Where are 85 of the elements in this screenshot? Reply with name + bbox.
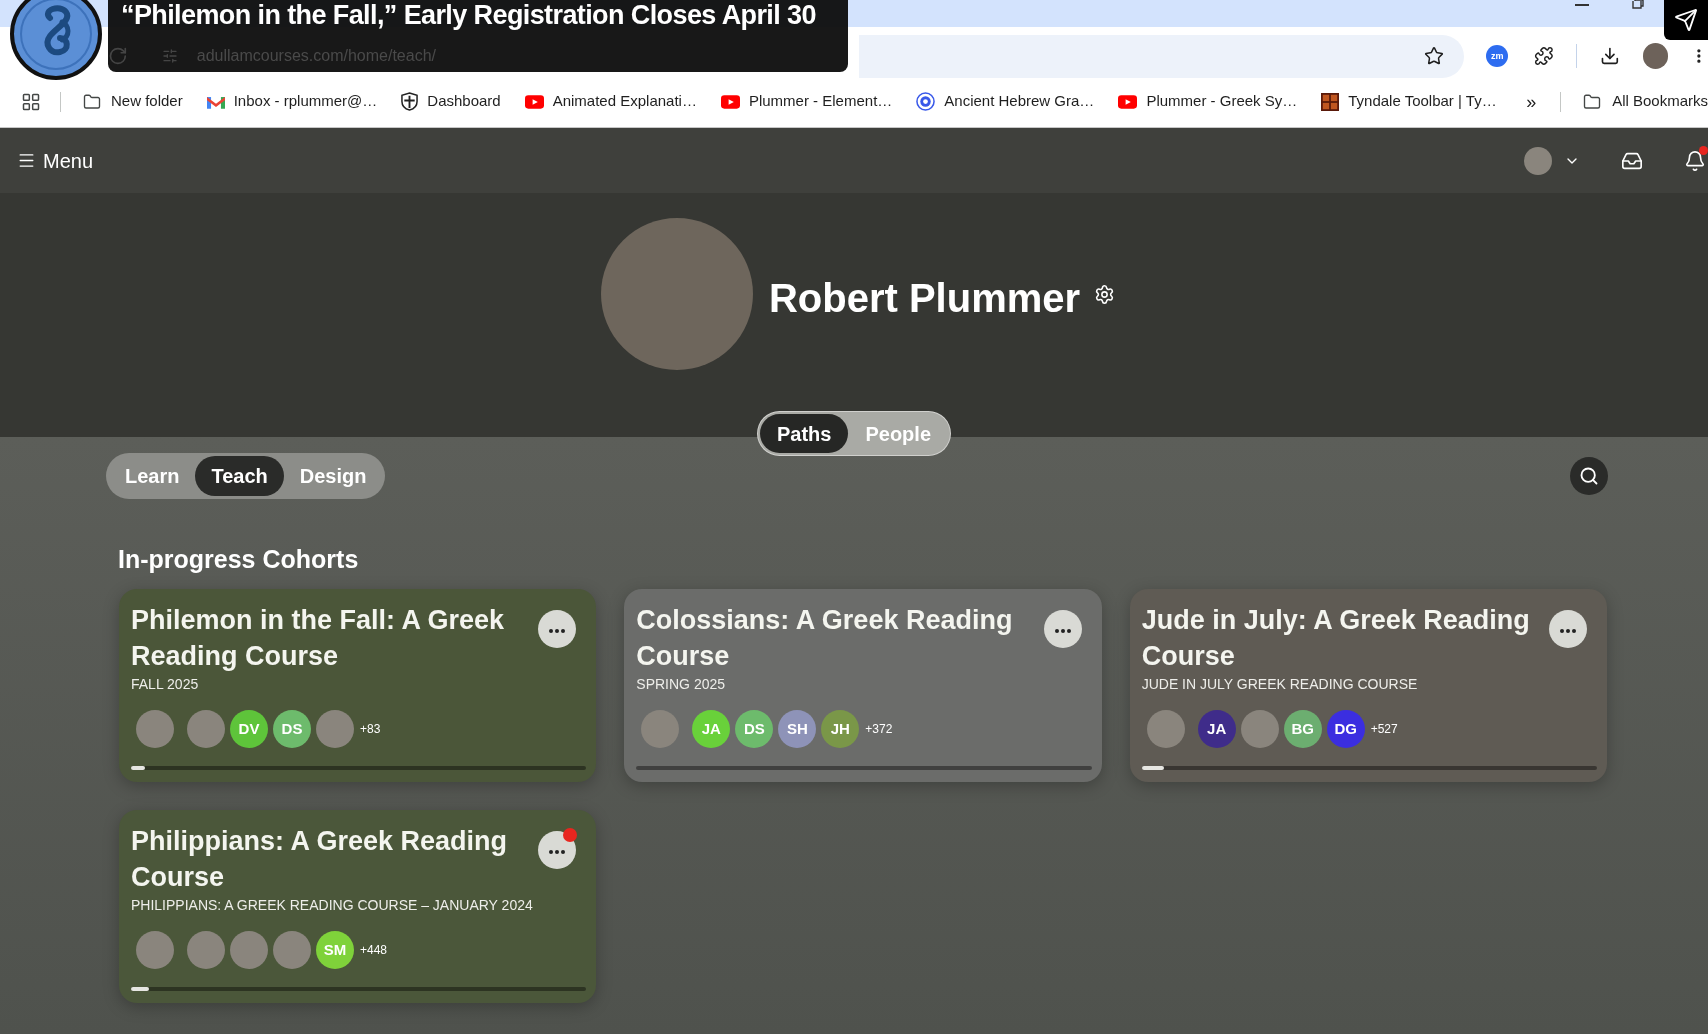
- play-icon: [1118, 94, 1138, 109]
- avatar-photo-placeholder: [230, 931, 268, 969]
- view-tab[interactable]: Paths: [759, 414, 849, 453]
- sliders-icon[interactable]: [161, 48, 178, 64]
- cohort-title: Philemon in the Fall: A Greek Reading Course: [131, 604, 506, 673]
- bookmark-item[interactable]: New folder: [82, 90, 183, 113]
- ellipsis-icon: [549, 850, 566, 854]
- mail-icon: [206, 94, 225, 109]
- bookmark-item[interactable]: Plummer - Greek Sy…: [1118, 90, 1298, 113]
- avatar-photo-placeholder: [187, 931, 225, 969]
- more-button[interactable]: [1549, 610, 1587, 648]
- avatar-photo-placeholder: [1240, 710, 1279, 748]
- profile-avatar-placeholder[interactable]: [1642, 43, 1669, 69]
- avatar-initials: JH: [821, 710, 860, 748]
- cohort-title: Colossians: A Greek Reading Course: [636, 604, 1014, 673]
- cohort-title: Philippians: A Greek Reading Course: [131, 825, 509, 894]
- download-icon[interactable]: [1599, 46, 1620, 66]
- section-title: In-progress Cohorts: [118, 544, 359, 574]
- profile-name: Robert Plummer: [768, 275, 1081, 322]
- avatar-photo-placeholder: [316, 710, 354, 748]
- avatar-photo-placeholder: [136, 710, 174, 748]
- avatar-photo-placeholder: [1524, 146, 1552, 175]
- avatar-photo-placeholder: [641, 710, 680, 748]
- avatar-initials: DV: [230, 710, 268, 748]
- search-button[interactable]: [1570, 457, 1608, 495]
- more-button[interactable]: [538, 610, 577, 648]
- folder-icon: [1582, 92, 1603, 111]
- cohort-card[interactable]: Colossians: A Greek Reading Course SPRING 2025 JA DS SH JH +372: [624, 589, 1102, 782]
- mode-tab[interactable]: Teach: [195, 456, 284, 496]
- play-icon: [720, 94, 740, 109]
- paper-plane-icon: [1674, 8, 1698, 32]
- bell-icon[interactable]: [1684, 149, 1706, 172]
- avatar-photo-placeholder: [273, 931, 311, 969]
- shield-icon: [401, 92, 419, 111]
- all-bookmarks-item[interactable]: All Bookmarks: [1582, 90, 1708, 113]
- settings-icon[interactable]: [1094, 283, 1116, 305]
- member-count: +527: [1370, 721, 1398, 738]
- avatar-photo-placeholder: [1146, 710, 1185, 748]
- bookmark-item[interactable]: Ancient Hebrew Gra…: [916, 90, 1095, 113]
- cohort-title: Jude in July: A Greek Reading Course: [1141, 604, 1531, 673]
- ring-icon: [916, 92, 936, 111]
- avatar-photo-placeholder: [187, 710, 225, 748]
- avatar-initials: DG: [1326, 710, 1365, 748]
- bookmark-item[interactable]: Animated Explanati…: [524, 90, 697, 113]
- member-count: +448: [360, 942, 388, 959]
- avatar-initials: SH: [778, 710, 817, 748]
- folder-icon: [82, 92, 102, 111]
- bookmark-item[interactable]: Dashboard: [401, 90, 501, 113]
- restore-icon[interactable]: [1632, 0, 1644, 9]
- cohort-card[interactable]: Philemon in the Fall: A Greek Reading Course FALL 2025 DV DS +83: [119, 589, 597, 782]
- bookmark-item[interactable]: Plummer - Element…: [720, 90, 893, 113]
- puzzle-icon[interactable]: [1534, 46, 1554, 66]
- cohort-subtitle: SPRING 2025: [636, 675, 726, 694]
- menu-button[interactable]: Menu: [17, 145, 94, 176]
- send-button[interactable]: [1664, 0, 1708, 40]
- cohort-card[interactable]: Jude in July: A Greek Reading Course JUDE IN JULY GREEK READING COURSE JA BG DG +527: [1129, 589, 1607, 782]
- bookmarks-overflow-button[interactable]: »: [1526, 92, 1537, 111]
- avatar-initials: DS: [735, 710, 774, 748]
- star-icon[interactable]: [1424, 46, 1445, 66]
- menu-icon: [17, 151, 36, 170]
- grid-tile-icon: [1321, 92, 1340, 111]
- cohort-subtitle: FALL 2025: [131, 675, 199, 694]
- cohort-subtitle: JUDE IN JULY GREEK READING COURSE: [1141, 675, 1418, 694]
- bookmark-item[interactable]: Tyndale Toolbar | Ty…: [1321, 90, 1497, 113]
- avatar-photo-placeholder: [136, 931, 174, 969]
- extension-button[interactable]: zm: [1486, 45, 1509, 67]
- avatar-initials: JA: [1197, 710, 1236, 748]
- more-button[interactable]: [538, 831, 577, 869]
- avatar-initials: DS: [273, 710, 311, 748]
- ellipsis-icon: [549, 629, 566, 633]
- apps-grid-icon[interactable]: [21, 91, 41, 112]
- play-icon: [524, 94, 544, 109]
- avatar-initials: BG: [1283, 710, 1322, 748]
- ellipsis-icon: [1560, 629, 1576, 633]
- avatar-initials: JA: [692, 710, 731, 748]
- search-icon: [1579, 466, 1599, 486]
- cohort-subtitle: PHILIPPIANS: A GREEK READING COURSE – JANUARY 2024: [131, 896, 533, 915]
- more-button[interactable]: [1043, 610, 1082, 648]
- bookmark-item[interactable]: Inbox - rplummer@…: [206, 90, 378, 113]
- member-count: +83: [360, 721, 381, 738]
- ellipsis-icon: [1054, 629, 1071, 633]
- avatar-initials: SM: [316, 931, 354, 969]
- cohort-card[interactable]: Philippians: A Greek Reading Course PHILIPPIANS: A GREEK READING COURSE – JANUARY 2024 SM +448: [119, 810, 597, 1003]
- member-count: +372: [865, 721, 893, 738]
- banner-title: “Philemon in the Fall,” Early Registration Closes April 30: [121, 0, 817, 30]
